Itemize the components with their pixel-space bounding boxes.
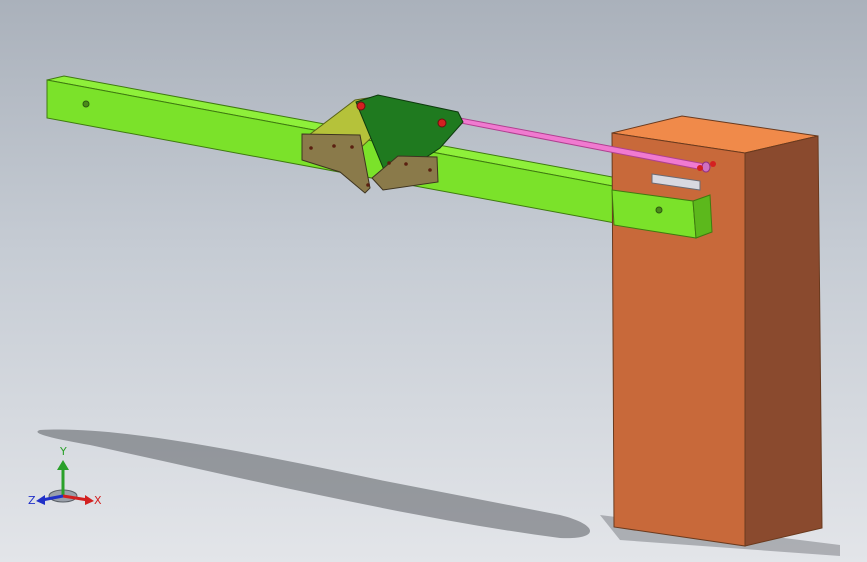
- pivot-pin-rod: [437, 118, 447, 128]
- left-bracket-plate: [301, 133, 371, 194]
- axis-triad[interactable]: Y X Z: [28, 440, 108, 520]
- rod-end-pin-b: [710, 161, 716, 167]
- z-axis-label: Z: [28, 494, 36, 507]
- arm-hole-left: [82, 100, 90, 108]
- x-axis-label: X: [94, 494, 102, 507]
- rod-end-cap: [701, 161, 711, 173]
- plate-bolt-7: [428, 168, 432, 172]
- rod-end-pin-a: [697, 165, 703, 171]
- housing-side-face: [744, 135, 823, 547]
- plate-bolt-5: [387, 161, 391, 165]
- cad-viewport[interactable]: [0, 0, 867, 562]
- plate-bolt-1: [309, 146, 313, 150]
- plate-bolt-2: [332, 144, 336, 148]
- y-axis-label: Y: [59, 445, 67, 458]
- plate-bolt-6: [404, 162, 408, 166]
- arm-hole-right-overlap: [655, 206, 663, 214]
- plate-bolt-4: [366, 183, 370, 187]
- pivot-pin-top: [356, 101, 366, 111]
- plate-bolt-3: [350, 145, 354, 149]
- arm-end-overlap: [692, 194, 713, 239]
- barrier-housing[interactable]: [611, 115, 823, 547]
